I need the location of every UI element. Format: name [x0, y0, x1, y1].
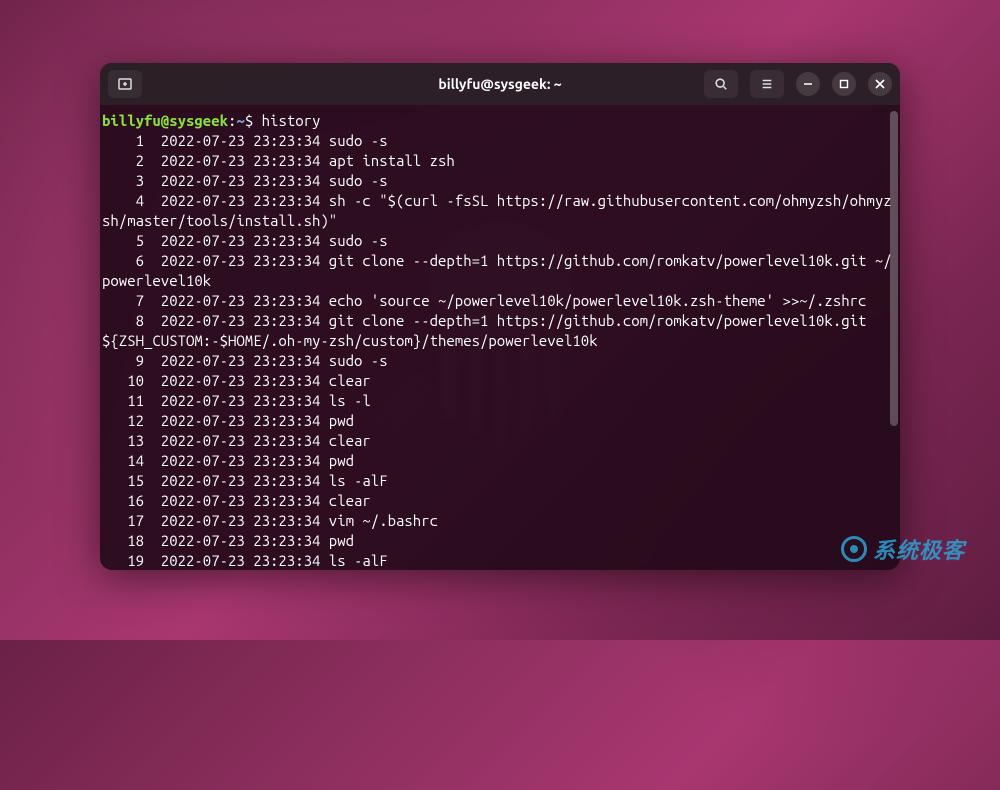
menu-button[interactable] — [750, 70, 784, 98]
prompt-dollar: $ — [245, 112, 253, 129]
prompt-path: ~ — [236, 112, 244, 129]
close-button[interactable] — [868, 72, 892, 96]
watermark-icon — [841, 536, 867, 562]
terminal-window: billyfu@sysgeek: ~ billyfu@sy — [100, 63, 900, 570]
window-title: billyfu@sysgeek: ~ — [438, 76, 561, 92]
window-titlebar: billyfu@sysgeek: ~ — [100, 63, 900, 105]
watermark-text: 系统极客 — [873, 533, 965, 565]
watermark: 系统极客 — [841, 533, 965, 565]
scrollbar-thumb[interactable] — [890, 111, 898, 426]
search-button[interactable] — [704, 70, 738, 98]
new-tab-button[interactable] — [108, 70, 142, 98]
prompt-command: history — [262, 112, 321, 129]
minimize-button[interactable] — [796, 72, 820, 96]
terminal-output[interactable]: billyfu@sysgeek:~$ history 1 2022-07-23 … — [100, 105, 900, 570]
maximize-button[interactable] — [832, 72, 856, 96]
history-list: 1 2022-07-23 23:23:34 sudo -s 2 2022-07-… — [102, 132, 892, 569]
prompt-user-host: billyfu@sysgeek — [102, 112, 228, 129]
